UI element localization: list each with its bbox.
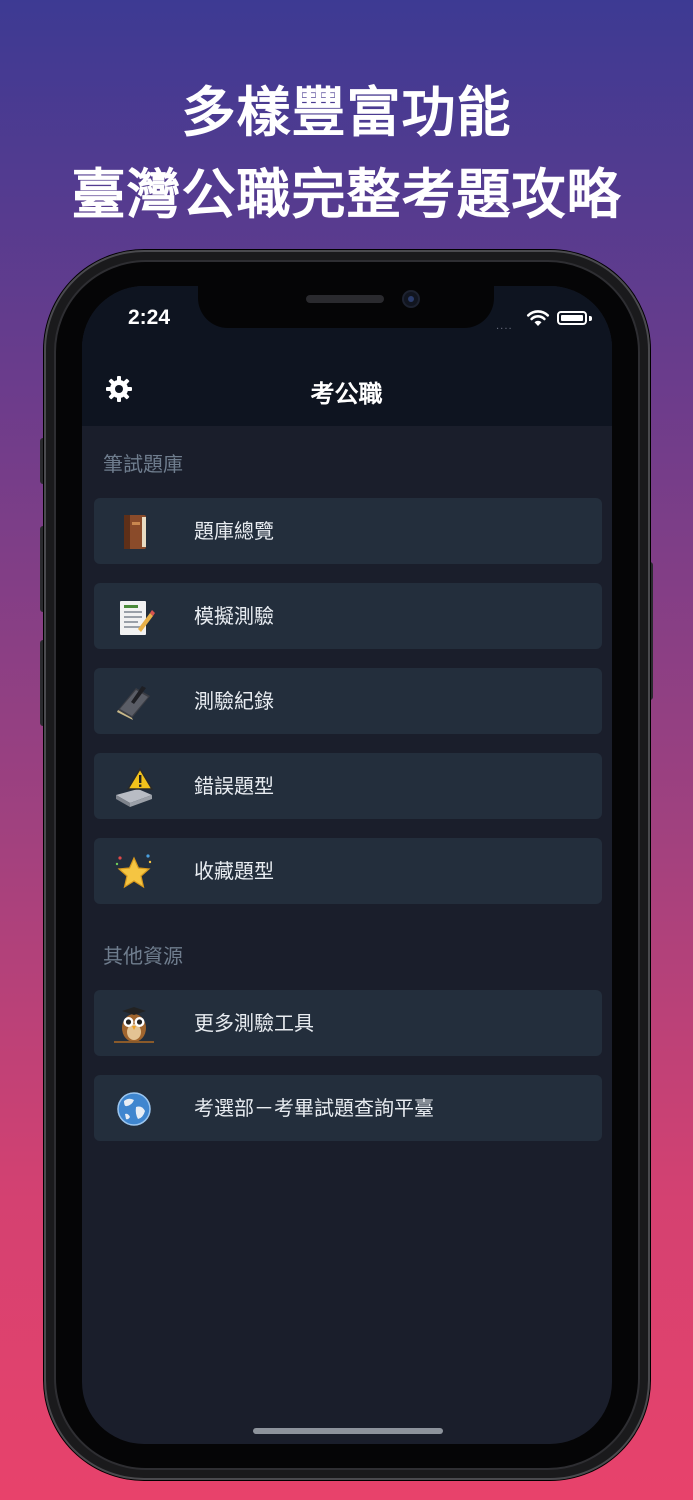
section-label-written-exam: 筆試題庫 [103,452,183,476]
list-item-wrong-questions[interactable]: 錯誤題型 [94,753,602,819]
status-time: 2:24 [128,306,171,329]
cellular-signal: .... [496,321,513,332]
star-icon [115,854,152,889]
home-indicator[interactable] [253,1428,443,1434]
battery-icon [557,311,587,325]
globe-icon [117,1092,151,1126]
list-item-label: 題庫總覽 [194,519,274,543]
list-item-test-history[interactable]: 測驗紀錄 [94,668,602,734]
owl-icon [114,1007,154,1043]
promo-headline-line1: 多樣豐富功能 [181,81,512,144]
front-camera [404,292,418,306]
list-item-label: 測驗紀錄 [194,689,274,713]
promo-headline-line2: 臺灣公職完整考題攻略 [71,163,622,226]
document-pencil-icon [120,601,155,635]
warning-eraser-icon [116,767,154,807]
page-title: 考公職 [310,380,383,408]
list-item-more-tools[interactable]: 更多測驗工具 [94,990,602,1056]
list-item-exam-query-platform[interactable]: 考選部－考畢試題查詢平臺 [94,1075,602,1141]
phone-speaker [306,295,384,303]
list-item-question-bank[interactable]: 題庫總覽 [94,498,602,564]
list-item-label: 考選部－考畢試題查詢平臺 [194,1096,434,1120]
section-label-other-resources: 其他資源 [103,944,183,968]
notebook-icon [117,686,150,720]
battery-tip [589,316,592,321]
list-item-label: 錯誤題型 [194,774,274,798]
list-item-label: 收藏題型 [194,859,274,883]
list-item-mock-test[interactable]: 模擬測驗 [94,583,602,649]
book-icon [124,515,146,549]
list-item-label: 模擬測驗 [194,604,274,628]
wifi-icon [526,310,550,326]
list-item-label: 更多測驗工具 [194,1011,314,1035]
list-item-favorites[interactable]: 收藏題型 [94,838,602,904]
